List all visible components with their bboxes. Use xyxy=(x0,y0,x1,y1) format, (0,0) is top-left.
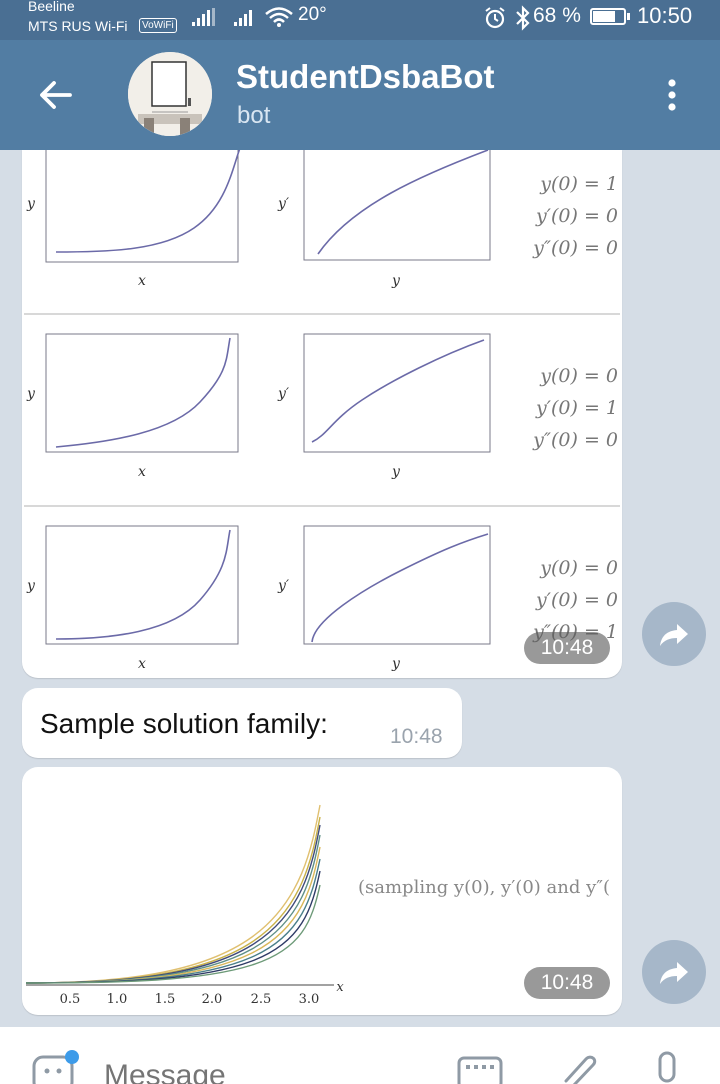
ic-label: y′(0) = 0 xyxy=(535,589,618,611)
battery-icon xyxy=(590,8,626,25)
x-axis-label: x xyxy=(138,656,146,672)
x-tick-label: 1.5 xyxy=(155,992,176,1007)
text-message[interactable]: Sample solution family: 10:48 xyxy=(22,688,462,758)
carrier-primary: Beeline xyxy=(28,0,75,14)
ic-label: y′(0) = 1 xyxy=(535,397,618,419)
wifi-icon xyxy=(265,7,293,27)
ode-phase-figure: y x y′ y y(0) = 1 y′(0) = 0 y″(0) = 0 y … xyxy=(24,150,620,672)
signal-icon xyxy=(234,10,252,26)
temperature: 20° xyxy=(298,4,327,25)
y-axis-label: y xyxy=(26,196,36,212)
avatar[interactable] xyxy=(128,52,212,136)
y-axis-label: y xyxy=(391,656,401,672)
message-composer xyxy=(0,1027,720,1084)
x-tick-label: 0.5 xyxy=(60,992,81,1007)
bot-avatar-icon xyxy=(128,52,212,136)
x-tick-label: 1.0 xyxy=(107,992,128,1007)
image-message[interactable]: y x y′ y y(0) = 1 y′(0) = 0 y″(0) = 0 y … xyxy=(22,150,622,678)
battery-percent: 68 % xyxy=(533,4,581,27)
bluetooth-icon xyxy=(516,5,530,31)
forward-button[interactable] xyxy=(642,602,706,666)
vowifi-badge: VoWiFi xyxy=(139,18,177,33)
microphone-icon[interactable] xyxy=(650,1051,684,1084)
ic-label: y″(0) = 0 xyxy=(532,237,618,259)
sticker-icon[interactable] xyxy=(30,1049,80,1084)
ic-label: y(0) = 1 xyxy=(539,173,618,195)
message-input[interactable] xyxy=(104,1059,424,1084)
y-axis-label: y xyxy=(391,464,401,480)
clock: 10:50 xyxy=(637,3,693,28)
keyboard-icon[interactable] xyxy=(456,1055,504,1084)
message-time: 10:48 xyxy=(524,967,610,999)
share-arrow-icon xyxy=(660,962,688,984)
x-axis-label: x xyxy=(336,980,344,995)
carrier-secondary: MTS RUS Wi-Fi xyxy=(28,18,128,34)
chat-subtitle: bot xyxy=(237,102,271,129)
ic-label: y″(0) = 0 xyxy=(532,429,618,451)
message-time: 10:48 xyxy=(524,632,610,664)
x-tick-label: 2.5 xyxy=(251,992,272,1007)
signal-icon xyxy=(192,8,215,26)
y-axis-label: y xyxy=(26,578,36,594)
plot-caption: (sampling y(0), y′(0) and y″( xyxy=(358,877,610,898)
back-arrow-icon[interactable] xyxy=(30,70,80,120)
y-axis-label: y xyxy=(391,273,401,289)
chat-title[interactable]: StudentDsbaBot xyxy=(236,58,495,96)
alarm-icon xyxy=(485,7,505,29)
message-time: 10:48 xyxy=(390,725,443,748)
more-options-icon[interactable] xyxy=(658,72,686,118)
x-tick-label: 2.0 xyxy=(202,992,223,1007)
y-prime-axis-label: y′ xyxy=(277,578,290,594)
image-message[interactable]: 0.5 1.0 1.5 2.0 2.5 3.0 x (sampling y(0)… xyxy=(22,767,622,1015)
share-arrow-icon xyxy=(660,624,688,646)
forward-button[interactable] xyxy=(642,940,706,1004)
attach-icon[interactable] xyxy=(556,1049,600,1084)
y-axis-label: y xyxy=(26,386,36,402)
x-axis-label: x xyxy=(138,464,146,480)
ic-label: y(0) = 0 xyxy=(539,557,618,579)
status-bar: Beeline MTS RUS Wi-Fi VoWiFi 20° 68 % 10… xyxy=(0,0,720,40)
x-tick-label: 3.0 xyxy=(299,992,320,1007)
message-text: Sample solution family: xyxy=(40,708,328,739)
y-prime-axis-label: y′ xyxy=(277,196,290,212)
x-axis-label: x xyxy=(138,273,146,289)
y-prime-axis-label: y′ xyxy=(277,386,290,402)
ic-label: y(0) = 0 xyxy=(539,365,618,387)
chat-header: StudentDsbaBot bot xyxy=(0,40,720,150)
ic-label: y′(0) = 0 xyxy=(535,205,618,227)
